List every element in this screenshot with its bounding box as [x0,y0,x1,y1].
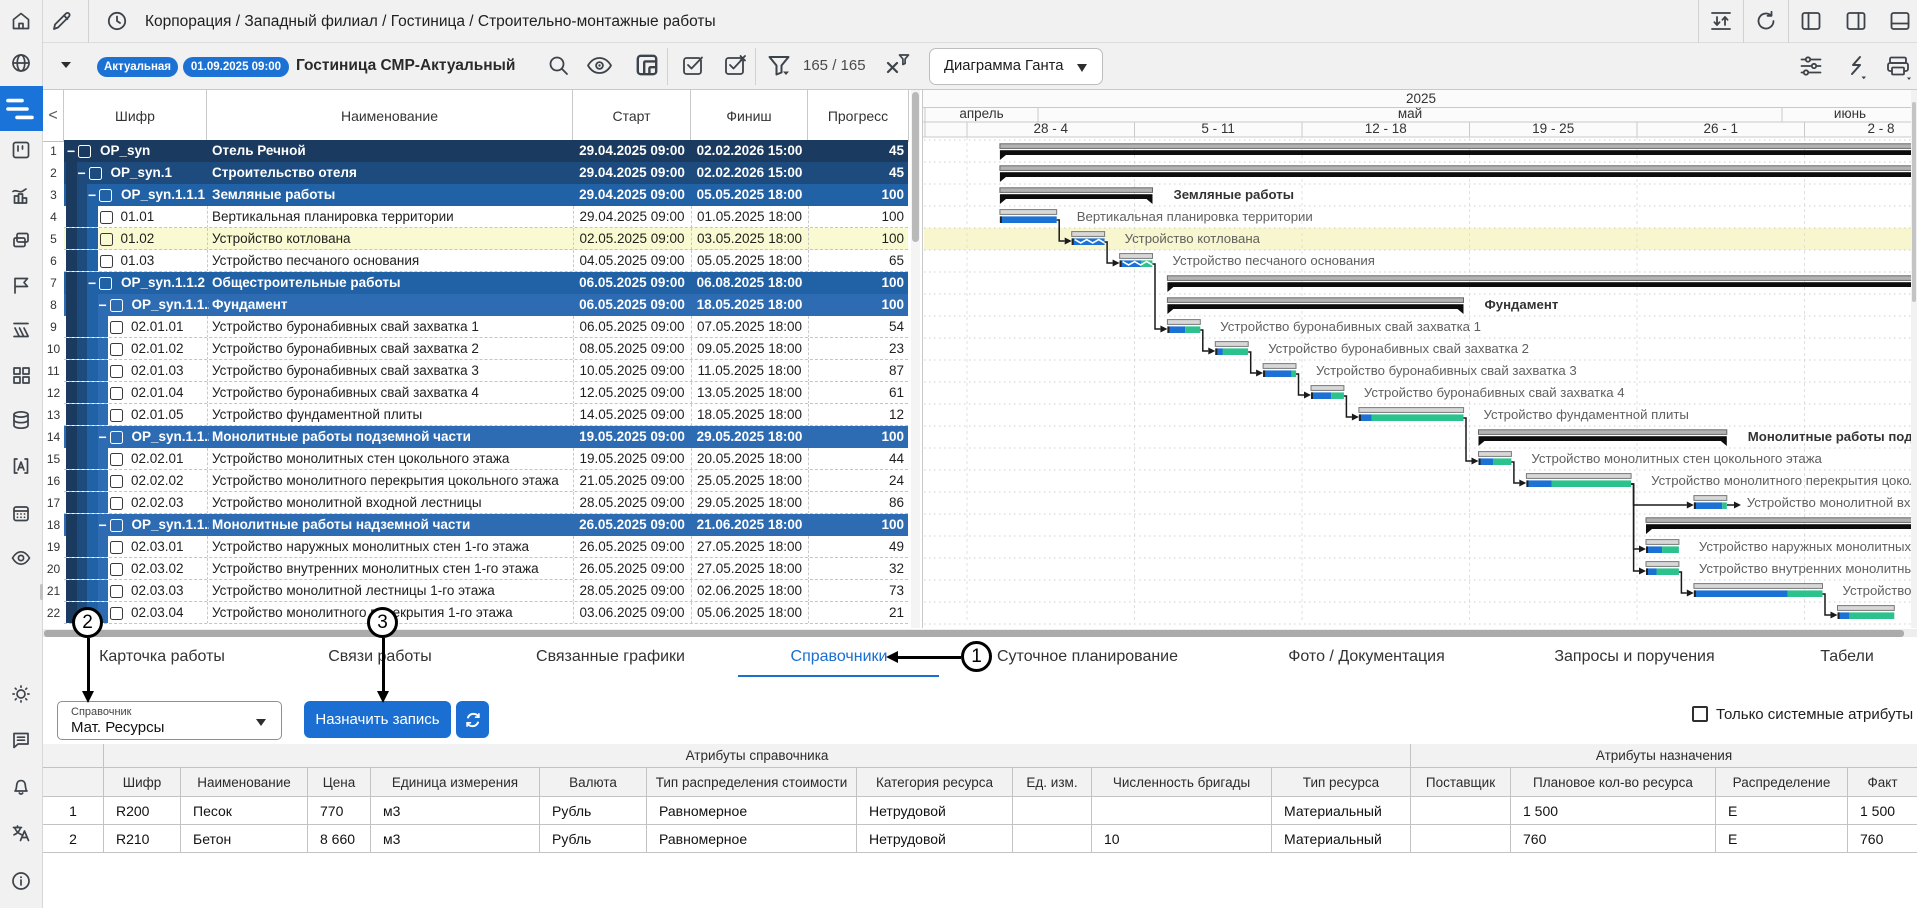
svg-text:5 - 11: 5 - 11 [1201,121,1235,136]
svg-text:28 - 4: 28 - 4 [1034,121,1069,136]
svg-text:июнь: июнь [1834,106,1866,121]
svg-text:Устройство монолитного перекры: Устройство монолитного перекрытия цоколь… [1651,473,1917,488]
svg-text:Устройство наружных монолитных: Устройство наружных монолитных стен 1-го… [1699,539,1917,554]
svg-text:Вертикальная планировка террит: Вертикальная планировка территории [1077,209,1313,224]
svg-text:19 - 25: 19 - 25 [1532,121,1574,136]
svg-text:2 - 8: 2 - 8 [1867,121,1894,136]
svg-text:Земляные работы: Земляные работы [1174,187,1294,202]
svg-text:май: май [1398,106,1422,121]
svg-text:Монолитные работы подземной ча: Монолитные работы подземной части [1748,429,1917,444]
svg-text:Устройство буронабивных свай з: Устройство буронабивных свай захватка 3 [1316,363,1577,378]
svg-text:Устройство монолитной входной: Устройство монолитной входной лестницы [1747,495,1917,510]
svg-text:Устройство монолитных стен цок: Устройство монолитных стен цокольного эт… [1531,451,1822,466]
svg-text:Фундамент: Фундамент [1485,297,1559,312]
svg-text:Устройство монолитной лестницы: Устройство монолитной лестницы 1-го этаж… [1843,583,1917,598]
svg-text:26 - 1: 26 - 1 [1704,121,1739,136]
svg-text:12 - 18: 12 - 18 [1365,121,1407,136]
svg-text:Устройство котлована: Устройство котлована [1125,231,1261,246]
svg-text:Устройство внутренних монолитн: Устройство внутренних монолитных стен 1-… [1699,561,1917,576]
svg-text:2025: 2025 [1406,91,1436,106]
svg-text:Устройство буронабивных свай з: Устройство буронабивных свай захватка 2 [1268,341,1529,356]
svg-text:Устройство фундаментной плиты: Устройство фундаментной плиты [1484,407,1689,422]
svg-text:Устройство буронабивных свай з: Устройство буронабивных свай захватка 1 [1220,319,1481,334]
svg-text:Устройство буронабивных свай з: Устройство буронабивных свай захватка 4 [1364,385,1625,400]
svg-text:апрель: апрель [959,106,1003,121]
svg-text:Устройство песчаного основания: Устройство песчаного основания [1173,253,1375,268]
